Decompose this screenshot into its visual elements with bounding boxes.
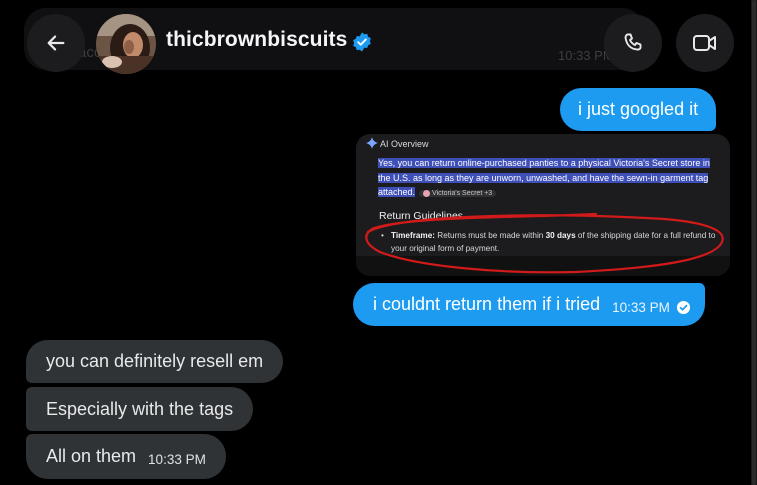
message-text: All on them <box>46 446 137 466</box>
image-attachment[interactable]: AI Overview Yes, you can return online-p… <box>356 134 730 276</box>
message-text: i couldnt return them if i tried <box>373 294 601 314</box>
arrow-left-icon <box>47 35 65 51</box>
outgoing-message[interactable]: i couldnt return them if i tried 10:33 P… <box>353 283 705 326</box>
avatar-image <box>96 14 156 74</box>
scrollbar-thumb[interactable] <box>752 0 756 485</box>
scrollbar[interactable] <box>751 0 757 485</box>
sent-check-icon <box>676 300 690 315</box>
phone-icon <box>624 33 642 51</box>
incoming-message[interactable]: All on them 10:33 PM <box>26 434 226 479</box>
video-camera-icon <box>693 35 716 51</box>
conversation-header: accept 10:33 PM thicbrownbiscuits <box>0 0 751 88</box>
username[interactable]: thicbrownbiscuits <box>166 28 347 52</box>
back-button[interactable] <box>27 14 85 72</box>
message-text: you can definitely resell em <box>46 351 264 371</box>
verified-badge-icon <box>353 32 371 52</box>
outgoing-message[interactable]: i just googled it <box>560 88 717 131</box>
avatar[interactable] <box>96 14 156 74</box>
incoming-message[interactable]: Especially with the tags <box>26 387 254 431</box>
message-timestamp: 10:33 PM <box>148 452 206 467</box>
call-button[interactable] <box>604 14 662 72</box>
message-text: Especially with the tags <box>46 398 234 419</box>
video-call-button[interactable] <box>676 14 734 72</box>
red-circle-annotation <box>365 212 724 274</box>
incoming-message[interactable]: you can definitely resell em <box>26 340 284 383</box>
message-text: i just googled it <box>578 99 699 119</box>
message-timestamp: 10:33 PM <box>612 300 670 315</box>
